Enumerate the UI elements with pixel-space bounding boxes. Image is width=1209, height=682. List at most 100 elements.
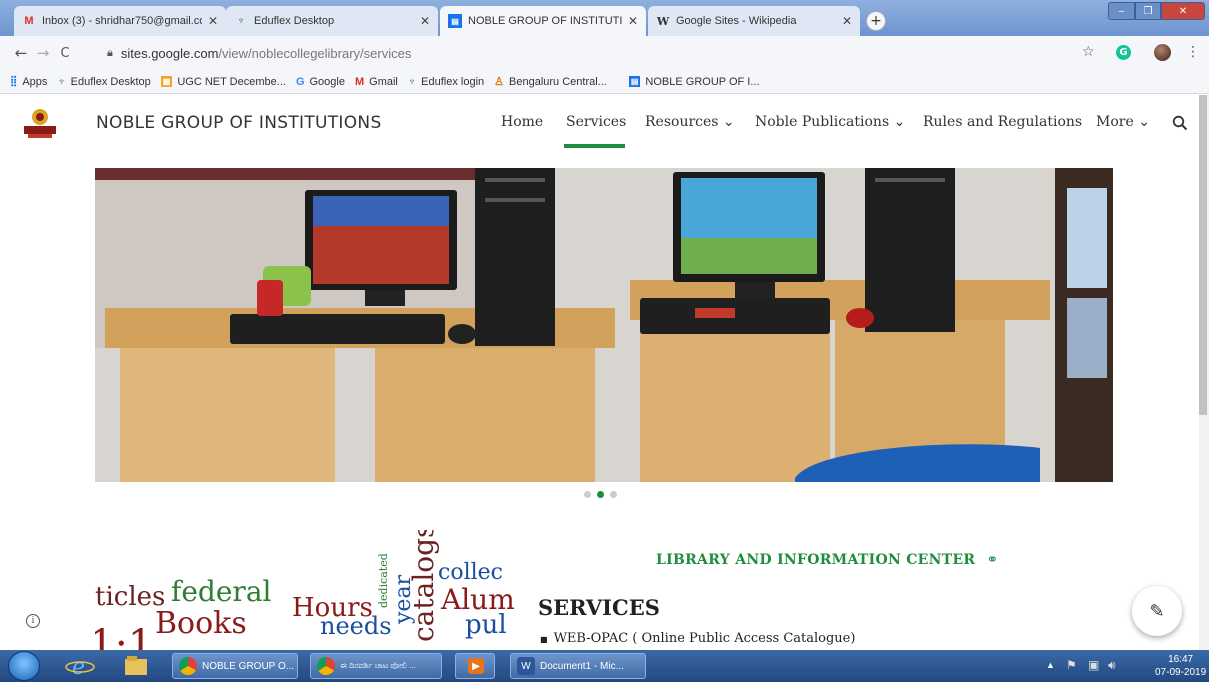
tab-wikipedia[interactable]: W Google Sites - Wikipedia ✕: [648, 6, 860, 36]
volume-icon[interactable]: 🔊︎: [1108, 658, 1116, 673]
chevron-down-icon: ⌄: [1138, 114, 1150, 130]
wordcloud-word: 1:1: [95, 622, 154, 650]
action-center-flag-icon[interactable]: ⚑: [1066, 658, 1077, 672]
forward-arrow-icon[interactable]: →: [32, 44, 54, 62]
wordcloud-word: needs: [320, 612, 392, 640]
back-arrow-icon[interactable]: ←: [10, 44, 32, 62]
word-icon: W: [517, 657, 535, 675]
eduflex-icon: ♆: [236, 15, 246, 27]
taskbar-chrome-kannada[interactable]: ಈ ದಿನದರ್ಶಿ ಚಾಟ ಪೋಲಿ ...: [310, 653, 442, 679]
profile-avatar[interactable]: [1154, 44, 1171, 61]
google-icon: G: [295, 75, 305, 88]
file-explorer-icon[interactable]: [115, 653, 155, 679]
edit-pencil-button[interactable]: ✎: [1132, 586, 1182, 636]
bookmark-ugc-net[interactable]: ▦ UGC NET Decembe...: [160, 75, 286, 88]
nav-rules-and-regulations[interactable]: Rules and Regulations: [923, 114, 1082, 130]
start-button[interactable]: [8, 651, 40, 681]
url-host: sites.google.com: [120, 45, 219, 61]
tab-title: Inbox (3) - shridhar750@gmail.co: [42, 15, 202, 27]
close-window-button[interactable]: ✕: [1161, 2, 1205, 20]
bookmark-label: Eduflex login: [421, 75, 485, 88]
chrome-icon: [317, 657, 335, 675]
bookmark-bengaluru-central[interactable]: ♙ Bengaluru Central...: [494, 75, 607, 89]
gmail-icon: M: [354, 75, 365, 88]
computer-lab-photo: [95, 168, 1113, 482]
eduflex-icon: ♆: [57, 75, 66, 88]
browser-toolbar: ← → C 🔒︎ sites.google.com/view/noblecoll…: [0, 36, 1209, 70]
site-header: NOBLE GROUP OF INSTITUTIONS Home Service…: [0, 95, 1209, 151]
list-item: ■ WEB-OPAC ( Online Public Access Catalog…: [540, 631, 855, 646]
search-icon[interactable]: [1172, 115, 1188, 131]
clock-time: 16:47: [1168, 654, 1194, 665]
bullet-icon: ■: [540, 635, 548, 644]
active-nav-indicator: [564, 144, 625, 148]
nav-more[interactable]: More ⌄: [1096, 114, 1150, 130]
wordcloud-word: catalogs: [407, 530, 440, 642]
maximize-button[interactable]: ❐: [1135, 2, 1161, 20]
eduflex-icon: ♆: [407, 75, 417, 88]
close-icon[interactable]: ✕: [420, 14, 430, 28]
tray-expand-icon[interactable]: ▲: [1046, 660, 1055, 670]
nav-resources[interactable]: Resources ⌄: [645, 114, 735, 130]
close-icon[interactable]: ✕: [842, 14, 852, 28]
taskbar-word-document[interactable]: W Document1 - Mic...: [510, 653, 646, 679]
menu-dots-icon[interactable]: ⋮: [1186, 44, 1200, 60]
tab-title: NOBLE GROUP OF INSTITUTIONS: [468, 15, 622, 27]
clock-date: 07-09-2019: [1155, 667, 1207, 678]
bookmark-label: Bengaluru Central...: [509, 75, 607, 88]
bookmark-label: Google: [309, 75, 345, 88]
gmail-icon: M: [24, 15, 34, 27]
carousel-dot-3[interactable]: [610, 491, 617, 498]
carousel-dot-2[interactable]: [597, 491, 604, 498]
page-scrollbar[interactable]: [1199, 95, 1209, 650]
bookmark-label: NOBLE GROUP OF I...: [645, 75, 760, 88]
network-icon[interactable]: ▣: [1088, 658, 1099, 672]
hero-carousel-image[interactable]: [95, 168, 1113, 482]
bengaluru-icon: ♙: [494, 76, 505, 88]
bookmarks-bar: ⣿ Apps ♆ Eduflex Desktop ▦ UGC NET Decem…: [0, 70, 1209, 94]
minimize-button[interactable]: ‒: [1108, 2, 1135, 20]
nav-label: Noble Publications: [755, 114, 890, 130]
grammarly-icon[interactable]: G: [1116, 45, 1131, 60]
info-icon[interactable]: i: [26, 614, 40, 628]
nav-label: More: [1096, 114, 1134, 130]
reload-icon[interactable]: C: [54, 46, 76, 61]
google-sites-icon: ▤: [448, 14, 462, 28]
bookmark-gmail[interactable]: M Gmail: [355, 76, 398, 88]
taskbar-media-player[interactable]: ▶: [455, 653, 495, 679]
address-bar[interactable]: 🔒︎ sites.google.com/view/noblecollegelib…: [107, 40, 1082, 66]
internet-explorer-icon[interactable]: e: [60, 653, 100, 680]
close-icon[interactable]: ✕: [208, 14, 218, 28]
scrollbar-thumb[interactable]: [1199, 95, 1207, 415]
nav-home[interactable]: Home: [501, 114, 543, 130]
bookmark-apps[interactable]: ⣿ Apps: [10, 76, 47, 88]
bookmark-noble-group[interactable]: ▤ NOBLE GROUP OF I...: [628, 75, 760, 88]
site-title[interactable]: NOBLE GROUP OF INSTITUTIONS: [96, 113, 382, 133]
system-clock[interactable]: 16:47 07-09-2019: [1155, 653, 1206, 679]
noble-logo-icon[interactable]: [20, 107, 60, 141]
system-tray: ▲ ⚑ ▣ 🔊︎ 16:47 07-09-2019: [1040, 650, 1209, 682]
close-icon[interactable]: ✕: [628, 14, 638, 28]
tab-gmail[interactable]: M Inbox (3) - shridhar750@gmail.co ✕: [14, 6, 226, 36]
wikipedia-icon: W: [656, 14, 670, 28]
nav-noble-publications[interactable]: Noble Publications ⌄: [755, 114, 905, 130]
list-item-text: WEB-OPAC ( Online Public Access Catalogu…: [553, 631, 856, 646]
nav-services[interactable]: Services: [566, 114, 626, 130]
tab-eduflex[interactable]: ♆ Eduflex Desktop ✕: [226, 6, 438, 36]
bookmark-label: Apps: [22, 75, 48, 88]
star-icon[interactable]: ☆: [1082, 44, 1095, 60]
library-info-center-link[interactable]: LIBRARY AND INFORMATION CENTER ⚭: [656, 552, 999, 568]
task-label: ಈ ದಿನದರ್ಶಿ ಚಾಟ ಪೋಲಿ ...: [340, 661, 416, 670]
bookmark-google[interactable]: G Google: [296, 76, 345, 88]
carousel-dot-1[interactable]: [584, 491, 591, 498]
new-tab-button[interactable]: +: [866, 11, 886, 31]
services-heading: SERVICES: [538, 595, 660, 620]
tab-noble-group[interactable]: ▤ NOBLE GROUP OF INSTITUTIONS ✕: [440, 6, 646, 36]
task-label: NOBLE GROUP O...: [202, 660, 295, 672]
google-sites-icon: ▤: [628, 76, 641, 87]
taskbar-chrome-noble[interactable]: NOBLE GROUP O...: [172, 653, 298, 679]
bookmark-label: UGC NET Decembe...: [177, 75, 286, 88]
bookmark-eduflex-login[interactable]: ♆ Eduflex login: [408, 76, 484, 88]
bookmark-eduflex-desktop[interactable]: ♆ Eduflex Desktop: [57, 76, 150, 88]
window-controls: ‒ ❐ ✕: [1108, 2, 1205, 22]
